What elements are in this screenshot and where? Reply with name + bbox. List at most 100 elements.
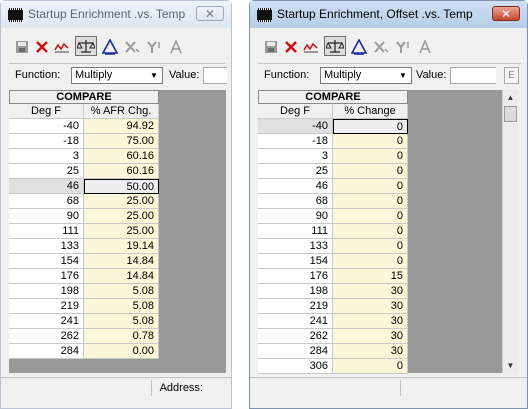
row-label-cell: 46	[258, 179, 333, 194]
value-cell[interactable]: 0	[333, 224, 408, 239]
value-cell[interactable]: 60.16	[84, 164, 159, 179]
x-axis-icon[interactable]	[372, 37, 390, 57]
column-header-value: % AFR Chg.	[84, 104, 159, 119]
x-axis-icon[interactable]	[123, 37, 141, 57]
table-header-compare: COMPARE	[9, 90, 159, 104]
value-cell[interactable]: 0	[333, 239, 408, 254]
save-icon[interactable]	[262, 37, 280, 57]
function-select[interactable]: Multiply ▼	[71, 67, 163, 84]
app-chip-icon	[8, 8, 23, 22]
value-cell[interactable]: 60.16	[84, 149, 159, 164]
value-cell[interactable]: 30	[333, 329, 408, 344]
value-cell[interactable]: 0	[333, 254, 408, 269]
row-label-cell: 3	[258, 149, 333, 164]
y-axis-icon[interactable]	[394, 37, 412, 57]
extra-button[interactable]: E	[504, 67, 519, 84]
y-axis-icon[interactable]	[145, 37, 163, 57]
compare-scale-icon[interactable]	[324, 36, 346, 56]
graph-icon[interactable]	[53, 37, 71, 57]
row-label-cell: 176	[258, 269, 333, 284]
value-cell[interactable]: 25.00	[84, 209, 159, 224]
value-cell[interactable]: 25.00	[84, 224, 159, 239]
row-label-cell: 68	[9, 194, 84, 209]
row-label-cell: 46	[9, 179, 84, 194]
save-icon[interactable]	[13, 37, 31, 57]
vertical-scrollbar[interactable]: ▲ ▼	[502, 90, 518, 373]
value-cell[interactable]: 5.08	[84, 299, 159, 314]
value-cell[interactable]: 5.08	[84, 284, 159, 299]
value-cell[interactable]: 0	[333, 119, 408, 134]
value-cell[interactable]: 19.14	[84, 239, 159, 254]
row-label-cell: 176	[9, 269, 84, 284]
title-bar[interactable]: Startup Enrichment, Offset .vs. Temp ✕	[250, 1, 527, 28]
function-select[interactable]: Multiply ▼	[320, 67, 412, 84]
value-cell[interactable]: 30	[333, 299, 408, 314]
scroll-up-icon[interactable]: ▲	[503, 90, 518, 105]
value-cell[interactable]: 0	[333, 149, 408, 164]
value-cell[interactable]: 75.00	[84, 134, 159, 149]
delete-icon[interactable]	[33, 37, 51, 57]
window-startup-enrichment-offset-vs-temp: Startup Enrichment, Offset .vs. Temp ✕ F…	[249, 0, 528, 409]
row-label-cell: 68	[258, 194, 333, 209]
toolbar	[258, 36, 521, 61]
status-bar: Address:	[1, 377, 231, 398]
column-header-value: % Change	[333, 104, 408, 119]
row-label-cell: 284	[9, 344, 84, 359]
chevron-down-icon: ▼	[150, 71, 158, 80]
triangle-icon[interactable]	[101, 37, 119, 57]
value-cell[interactable]: 0.00	[84, 344, 159, 359]
value-cell[interactable]: 50.00	[84, 179, 159, 194]
delete-icon[interactable]	[282, 37, 300, 57]
table-header-compare: COMPARE	[258, 90, 408, 104]
row-label-cell: 262	[258, 329, 333, 344]
close-button[interactable]: ✕	[196, 6, 224, 21]
row-label-cell: 133	[9, 239, 84, 254]
row-label-cell: 306	[258, 359, 333, 374]
function-label: Function:	[15, 69, 61, 81]
text-a-icon[interactable]	[167, 37, 185, 57]
row-label-cell: -40	[9, 119, 84, 134]
value-cell[interactable]: 94.92	[84, 119, 159, 134]
value-cell[interactable]: 0	[333, 209, 408, 224]
row-label-cell: -18	[9, 134, 84, 149]
function-row: Function: Multiply ▼ Value: E	[258, 63, 521, 88]
value-cell[interactable]: 0	[333, 359, 408, 374]
value-cell[interactable]: 0	[333, 179, 408, 194]
value-input[interactable]	[450, 67, 496, 84]
row-label-cell: 198	[9, 284, 84, 299]
value-cell[interactable]: 30	[333, 314, 408, 329]
row-label-cell: 198	[258, 284, 333, 299]
function-select-value: Multiply	[75, 69, 113, 81]
text-a-icon[interactable]	[416, 37, 434, 57]
value-cell[interactable]: 0.78	[84, 329, 159, 344]
data-table: COMPARE ▲ ▼ Deg F% Change -40 0 -18 0 3 0 25 0 46…	[258, 90, 518, 374]
value-cell[interactable]: 30	[333, 344, 408, 359]
row-label-cell: -18	[258, 134, 333, 149]
value-cell[interactable]: 14.84	[84, 269, 159, 284]
row-label-cell: 219	[9, 299, 84, 314]
value-cell[interactable]: 30	[333, 284, 408, 299]
compare-scale-icon[interactable]	[75, 36, 97, 56]
status-separator	[151, 380, 152, 396]
row-label-cell: 241	[9, 314, 84, 329]
window-title: Startup Enrichment .vs. Temp	[28, 7, 186, 21]
close-button[interactable]: ✕	[492, 6, 520, 21]
value-cell[interactable]: 15	[333, 269, 408, 284]
toolbar	[9, 36, 225, 61]
triangle-icon[interactable]	[350, 37, 368, 57]
value-cell[interactable]: 25.00	[84, 194, 159, 209]
value-input[interactable]	[203, 67, 227, 84]
value-cell[interactable]: 0	[333, 164, 408, 179]
scroll-down-icon[interactable]: ▼	[503, 358, 518, 373]
graph-icon[interactable]	[302, 37, 320, 57]
row-label-cell: 219	[258, 299, 333, 314]
value-cell[interactable]: 0	[333, 194, 408, 209]
row-label-cell: 133	[258, 239, 333, 254]
value-cell[interactable]: 5.08	[84, 314, 159, 329]
row-label-cell: 90	[9, 209, 84, 224]
app-chip-icon	[257, 8, 272, 22]
scroll-thumb[interactable]	[504, 106, 517, 122]
value-cell[interactable]: 0	[333, 134, 408, 149]
value-cell[interactable]: 14.84	[84, 254, 159, 269]
title-bar[interactable]: Startup Enrichment .vs. Temp ✕	[1, 1, 231, 28]
